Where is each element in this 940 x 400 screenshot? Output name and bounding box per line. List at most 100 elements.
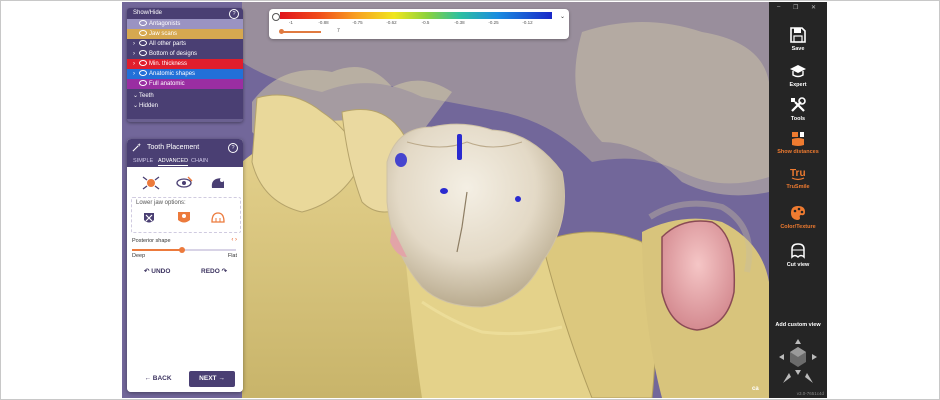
- tooth-placement-title: Tooth Placement: [147, 144, 200, 151]
- minimize-icon[interactable]: –: [777, 4, 780, 10]
- view-direction-icon[interactable]: [175, 176, 193, 190]
- lower-jaw-option-icon[interactable]: [210, 210, 226, 226]
- eye-icon[interactable]: [139, 80, 147, 87]
- scale-tick: -0.25: [488, 20, 499, 25]
- restore-icon[interactable]: ❐: [793, 4, 798, 11]
- svg-text:Tru: Tru: [790, 168, 806, 179]
- scale-tick: -0.38: [454, 20, 465, 25]
- layer-label: Jaw scans: [149, 31, 178, 37]
- chevron-right-icon[interactable]: ›: [133, 69, 139, 79]
- color-texture-button[interactable]: Color/Texture: [769, 204, 827, 230]
- add-custom-view-button[interactable]: Add custom view: [769, 322, 827, 328]
- gauge-icon: [272, 13, 280, 21]
- chevron-right-icon[interactable]: ›: [133, 49, 139, 59]
- chevron-right-icon[interactable]: ›: [133, 39, 139, 49]
- posterior-shape-label: Posterior shape: [132, 238, 171, 244]
- scale-tick: -0.5: [421, 20, 430, 25]
- tools-icon: [791, 97, 806, 112]
- cut-view-icon: [791, 243, 805, 259]
- redo-button[interactable]: REDO ↷: [201, 267, 227, 275]
- palette-icon: [791, 206, 805, 220]
- scale-slider-handle[interactable]: [279, 29, 284, 34]
- layer-label: Min. thickness: [149, 61, 188, 67]
- scale-tick: -1: [288, 20, 293, 25]
- version-label: v3.0-7651c4d: [796, 391, 824, 396]
- color-scale-bar: [280, 12, 552, 19]
- posterior-shape-slider[interactable]: [132, 247, 236, 253]
- lower-jaw-option-icon[interactable]: [176, 208, 192, 226]
- layer-anatomic-shapes[interactable]: › Anatomic shapes: [127, 69, 243, 79]
- save-button[interactable]: Save: [769, 26, 827, 52]
- section-teeth[interactable]: ⌄Teeth: [127, 91, 243, 101]
- scale-value: 7: [337, 28, 340, 34]
- scrollbar[interactable]: [127, 119, 243, 122]
- window-controls: – ❐ ✕: [769, 4, 827, 12]
- layer-label: Full anatomic: [149, 81, 185, 87]
- chevron-down-icon[interactable]: ⌄: [560, 13, 565, 20]
- layer-label: Bottom of designs: [149, 51, 198, 57]
- screenshot-frame: Show/Hide ? Antagonists Jaw scans › All o…: [0, 0, 940, 400]
- lower-jaw-option-icon[interactable]: [142, 210, 156, 226]
- show-distances-button[interactable]: Show distances: [769, 129, 827, 155]
- expert-button[interactable]: Expert: [769, 62, 827, 88]
- trusmile-button[interactable]: Tru TruSmile: [769, 164, 827, 190]
- arrow-right-icon: →: [216, 375, 225, 382]
- eye-icon[interactable]: [139, 70, 147, 77]
- next-button[interactable]: NEXT →: [189, 371, 235, 387]
- tooth-placement-header: Tooth Placement ?: [127, 139, 243, 156]
- tab-advanced[interactable]: ADVANCED: [158, 158, 189, 166]
- show-hide-help-icon[interactable]: ?: [229, 9, 239, 19]
- slider-handle[interactable]: [178, 247, 185, 253]
- layer-jaw-scans[interactable]: Jaw scans: [127, 29, 243, 39]
- back-label: BACK: [152, 375, 172, 382]
- tooth-shape-icon[interactable]: [209, 176, 227, 190]
- scale-ticks: -1 -0.88 -0.75 -0.62 -0.5 -0.38 -0.25 -0…: [280, 20, 552, 26]
- layer-all-other-parts[interactable]: › All other parts: [127, 39, 243, 49]
- next-label: NEXT: [199, 375, 217, 382]
- view-cube-icon[interactable]: [779, 339, 817, 385]
- show-hide-title: Show/Hide: [133, 10, 163, 16]
- tooth-placement-help-icon[interactable]: ?: [228, 143, 238, 153]
- layer-label: Antagonists: [149, 21, 181, 27]
- tooth-placement-panel: Tooth Placement ? SIMPLE ADVANCED CHAIN …: [127, 139, 243, 392]
- cut-view-button[interactable]: Cut view: [769, 242, 827, 268]
- scale-slider[interactable]: [281, 31, 321, 33]
- slider-min-label: Deep: [132, 253, 146, 259]
- graduation-cap-icon: [790, 65, 806, 78]
- eye-icon[interactable]: [139, 30, 147, 37]
- section-label: Hidden: [139, 103, 159, 109]
- toolbar-label: Show distances: [777, 149, 819, 155]
- move-tooth-icon[interactable]: [142, 176, 160, 190]
- slider-arrows-icon[interactable]: ‹ ›: [231, 237, 237, 243]
- magic-wand-icon: [132, 143, 141, 152]
- floppy-icon: [790, 27, 806, 43]
- tab-simple[interactable]: SIMPLE: [133, 158, 153, 164]
- layer-min-thickness[interactable]: › Min. thickness: [127, 59, 243, 69]
- eye-icon[interactable]: [139, 50, 147, 57]
- chevron-right-icon[interactable]: ›: [133, 59, 139, 69]
- layer-label: Anatomic shapes: [149, 71, 196, 77]
- back-button[interactable]: ← BACK: [139, 372, 177, 386]
- eye-icon[interactable]: [139, 40, 147, 47]
- redo-icon: ↷: [219, 268, 228, 275]
- undo-button[interactable]: ↶ UNDO: [144, 267, 170, 275]
- layer-bottom-of-designs[interactable]: › Bottom of designs: [127, 49, 243, 59]
- watermark-text: ca: [752, 386, 759, 392]
- show-hide-panel: Show/Hide ? Antagonists Jaw scans › All o…: [127, 8, 243, 122]
- scale-tick: -0.75: [352, 20, 363, 25]
- slider-max-label: Flat: [227, 253, 237, 259]
- eye-icon[interactable]: [139, 20, 147, 27]
- slider-fill: [132, 249, 182, 251]
- arrow-left-icon: ←: [144, 375, 153, 382]
- tab-chain[interactable]: CHAIN: [191, 158, 208, 164]
- eye-icon[interactable]: [139, 60, 147, 67]
- distance-scale: -1 -0.88 -0.75 -0.62 -0.5 -0.38 -0.25 -0…: [269, 9, 569, 39]
- tools-button[interactable]: Tools: [769, 96, 827, 122]
- layer-full-anatomic[interactable]: Full anatomic: [127, 79, 243, 89]
- section-hidden[interactable]: ⌄Hidden: [127, 101, 243, 111]
- scale-tick: -0.62: [386, 20, 397, 25]
- show-hide-header[interactable]: Show/Hide ?: [127, 8, 243, 19]
- layer-antagonists[interactable]: Antagonists: [127, 19, 243, 29]
- toolbar-label: Tools: [790, 116, 806, 122]
- close-icon[interactable]: ✕: [811, 4, 816, 11]
